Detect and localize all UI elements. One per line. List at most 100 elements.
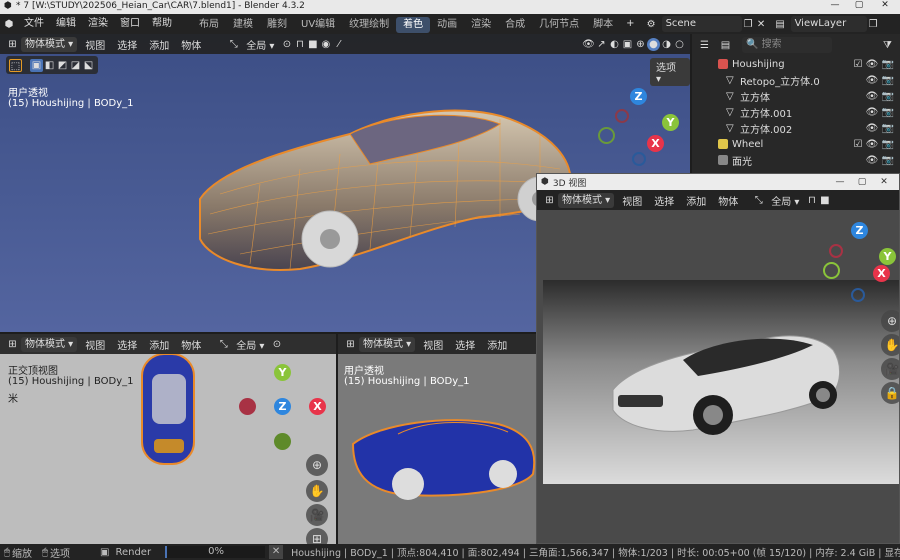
menu-view[interactable]: 视图 — [417, 337, 449, 352]
menu-render[interactable]: 渲染 — [82, 14, 114, 34]
tab-animation[interactable]: 动画 — [430, 17, 464, 33]
car-top-view[interactable] — [130, 354, 210, 474]
orientation-selector[interactable]: 全局 ▾ — [230, 337, 270, 352]
gizmo-neg-y[interactable] — [598, 127, 615, 144]
gizmo-x-axis[interactable]: X — [309, 398, 326, 415]
mode-selector[interactable]: 物体模式 ▾ — [359, 336, 416, 352]
select-tool-icon[interactable]: ⬚ — [9, 58, 22, 72]
pan-hand-icon[interactable]: ✋ — [306, 480, 328, 502]
menu-view[interactable]: 视图 — [616, 193, 648, 208]
new-viewlayer-icon[interactable]: ❐ — [867, 18, 880, 31]
orientation-selector[interactable]: 全局 ▾ — [240, 37, 280, 52]
gizmo-x-axis[interactable]: X — [647, 135, 664, 152]
camera-icon[interactable]: 🎥 — [881, 358, 899, 380]
gizmo-neg-x[interactable] — [239, 398, 256, 415]
material-shading-icon[interactable]: ◑ — [660, 38, 673, 51]
outliner-row[interactable]: 面光 👁 📷 — [692, 152, 900, 168]
top-ortho-viewport[interactable]: ⊞ 物体模式 ▾ 视图 选择 添加 物体 ⤡ 全局 ▾ ⊙ 正交顶视图 (15)… — [0, 332, 336, 544]
editor-type-icon[interactable]: ⊞ — [6, 338, 19, 351]
tab-texture-paint[interactable]: 纹理绘制 — [342, 17, 396, 33]
render-viewport[interactable]: Z Y X ⊕ ✋ 🎥 🔒 — [537, 210, 899, 543]
proportional-edit-icon[interactable]: ◉ — [319, 38, 332, 51]
editor-type-icon[interactable]: ⊞ — [6, 38, 19, 51]
select-new-icon[interactable]: ▣ — [30, 58, 43, 72]
camera-icon[interactable]: 🎥 — [306, 504, 328, 526]
mode-selector[interactable]: 物体模式 ▾ — [21, 336, 78, 352]
gizmo-neg-y[interactable] — [823, 262, 840, 279]
wireframe-shading-icon[interactable]: ⊕ — [634, 38, 647, 51]
tab-sculpt[interactable]: 雕刻 — [260, 17, 294, 33]
gizmo-z-axis[interactable]: Z — [851, 222, 868, 239]
outliner-search-input[interactable]: 🔍 搜索 — [742, 37, 832, 53]
menu-add[interactable]: 添加 — [481, 337, 513, 352]
gizmo-neg-z[interactable] — [851, 288, 865, 302]
perspective-viewport[interactable]: ⊞ 物体模式 ▾ 视图 选择 添加 用户透视 (15) Houshijing |… — [338, 332, 538, 544]
gizmo-z-axis[interactable]: Z — [274, 398, 291, 415]
snap-icon[interactable]: ⊓ — [293, 38, 306, 51]
menu-select[interactable]: 选择 — [111, 337, 143, 352]
gizmo-y-axis[interactable]: Y — [662, 114, 679, 131]
filter-icon[interactable]: ⧩ — [881, 39, 894, 52]
menu-add[interactable]: 添加 — [143, 37, 175, 52]
outliner-row[interactable]: ▽ 立方体.001 👁 📷 — [692, 104, 900, 120]
maximize-button[interactable]: ▢ — [851, 177, 873, 187]
menu-add[interactable]: 添加 — [143, 337, 175, 352]
tab-modeling[interactable]: 建模 — [226, 17, 260, 33]
editor-type-icon[interactable]: ⊞ — [543, 194, 556, 207]
menu-window[interactable]: 窗口 — [114, 14, 146, 34]
menu-edit[interactable]: 编辑 — [50, 14, 82, 34]
grid-icon[interactable]: ⊞ — [306, 528, 328, 544]
xray-icon[interactable]: ▣ — [621, 38, 634, 51]
gizmo-x-axis[interactable]: X — [873, 265, 890, 282]
display-mode-icon[interactable]: ▤ — [719, 39, 732, 52]
pan-hand-icon[interactable]: ✋ — [881, 334, 899, 356]
tab-uv-editing[interactable]: UV编辑 — [294, 17, 342, 33]
gizmo-y-axis[interactable]: Y — [879, 248, 896, 265]
outliner-editor-icon[interactable]: ☰ — [698, 39, 711, 52]
zoom-icon[interactable]: ⊕ — [306, 454, 328, 476]
gizmo-toggle-icon[interactable]: ↗ — [595, 38, 608, 51]
select-subtract-icon[interactable]: ◩ — [56, 59, 69, 72]
tab-compositing[interactable]: 合成 — [498, 17, 532, 33]
car-wireframe-model[interactable] — [180, 89, 580, 289]
minimize-button[interactable]: — — [824, 0, 846, 10]
minimize-button[interactable]: — — [829, 177, 851, 187]
tab-scripting[interactable]: 脚本 — [586, 17, 620, 33]
select-intersect-icon[interactable]: ⬕ — [82, 59, 95, 72]
rendered-shading-icon[interactable]: ○ — [673, 38, 686, 51]
menu-file[interactable]: 文件 — [18, 14, 50, 34]
outliner-row[interactable]: ▽ 立方体.002 👁 📷 — [692, 120, 900, 136]
mode-selector[interactable]: 物体模式 ▾ — [558, 192, 615, 208]
pivot-icon[interactable]: ⊙ — [270, 338, 283, 351]
snap-target-icon[interactable]: ■ — [818, 194, 831, 207]
menu-object[interactable]: 物体 — [712, 193, 744, 208]
menu-object[interactable]: 物体 — [175, 337, 207, 352]
menu-add[interactable]: 添加 — [680, 193, 712, 208]
editor-type-icon[interactable]: ⊞ — [344, 338, 357, 351]
close-button[interactable]: ✕ — [873, 177, 895, 187]
cancel-render-button[interactable]: ✕ — [269, 545, 284, 559]
pivot-icon[interactable]: ⊙ — [280, 38, 293, 51]
menu-view[interactable]: 视图 — [79, 37, 111, 52]
blender-menu-icon[interactable]: ⬢ — [0, 19, 18, 30]
close-button[interactable]: ✕ — [874, 0, 896, 10]
new-scene-icon[interactable]: ❐ — [742, 18, 755, 31]
menu-select[interactable]: 选择 — [449, 337, 481, 352]
gizmo-neg-y[interactable] — [274, 433, 291, 450]
tab-layout[interactable]: 布局 — [192, 17, 226, 33]
tab-geometry-nodes[interactable]: 几何节点 — [532, 17, 586, 33]
menu-view[interactable]: 视图 — [79, 337, 111, 352]
outliner-row[interactable]: Houshijing ☑ 👁 📷 — [692, 56, 900, 72]
scene-selector[interactable]: Scene — [661, 16, 742, 32]
gizmo-neg-z[interactable] — [632, 152, 646, 166]
snap-target-icon[interactable]: ■ — [306, 38, 319, 51]
mode-selector[interactable]: 物体模式 ▾ — [21, 36, 78, 52]
outliner-row[interactable]: ▽ 立方体 👁 📷 — [692, 88, 900, 104]
car-perspective-model[interactable] — [348, 404, 538, 504]
gizmo-neg-x[interactable] — [829, 244, 843, 258]
outliner-row[interactable]: ▽ Retopo_立方体.0 👁 📷 — [692, 72, 900, 88]
outliner-row[interactable]: Wheel ☑ 👁 📷 — [692, 136, 900, 152]
select-extend-icon[interactable]: ◧ — [43, 59, 56, 72]
menu-select[interactable]: 选择 — [111, 37, 143, 52]
overlay-toggle-icon[interactable]: ◐ — [608, 38, 621, 51]
